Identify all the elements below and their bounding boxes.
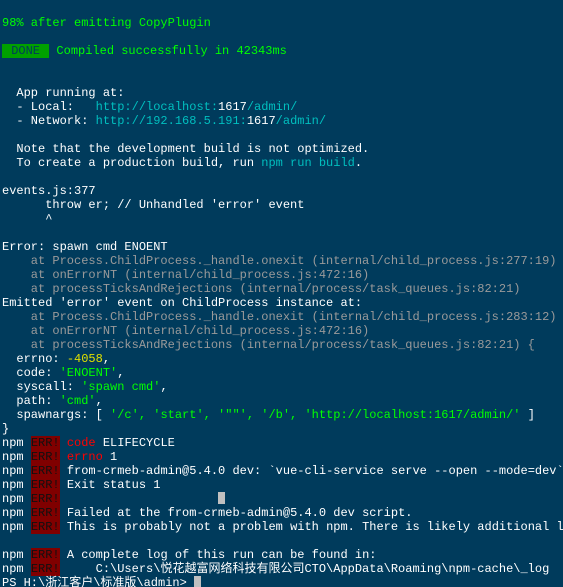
npm-run-build: npm run build bbox=[261, 156, 355, 170]
network-url: http://192.168.5.191: bbox=[96, 114, 247, 128]
obj-close: } bbox=[2, 422, 9, 436]
npm-errno: 1 bbox=[103, 450, 117, 464]
npm-line-7: This is probably not a problem with npm.… bbox=[60, 520, 563, 534]
events-file: events.js:377 bbox=[2, 184, 96, 198]
npm-line-9: A complete log of this run can be found … bbox=[60, 548, 377, 562]
local-label: - Local: bbox=[2, 100, 96, 114]
stack-at-3: at processTicksAndRejections (internal/p… bbox=[2, 282, 520, 296]
ps-prompt[interactable]: PS H:\浙江客户\标准版\admin> bbox=[2, 576, 194, 587]
npm-line-10: C:\Users\悦花越富网络科技有限公司CTO\AppData\Roaming… bbox=[60, 562, 550, 576]
npm-tag: npm bbox=[2, 436, 24, 450]
stack-at-4: at Process.ChildProcess._handle.onexit (… bbox=[2, 310, 557, 324]
npm-line-6: Failed at the from-crmeb-admin@5.4.0 dev… bbox=[60, 506, 413, 520]
err-badge: ERR! bbox=[31, 436, 60, 450]
stack-at-2: at onErrorNT (internal/child_process.js:… bbox=[2, 268, 369, 282]
text-cursor bbox=[218, 492, 225, 504]
spawnargs-key: spawnargs: [ bbox=[2, 408, 110, 422]
syscall-key: syscall: bbox=[2, 380, 81, 394]
emitted-title: Emitted 'error' event on ChildProcess in… bbox=[2, 296, 362, 310]
app-running: App running at: bbox=[2, 86, 124, 100]
compile-msg: Compiled successfully in 42343ms bbox=[56, 44, 286, 58]
stack-at-5: at onErrorNT (internal/child_process.js:… bbox=[2, 324, 369, 338]
npm-line-4: Exit status 1 bbox=[60, 478, 161, 492]
stack-at-1: at Process.ChildProcess._handle.onexit (… bbox=[2, 254, 557, 268]
terminal[interactable]: 98% after emitting CopyPlugin DONE Compi… bbox=[0, 0, 563, 587]
events-throw: throw er; // Unhandled 'error' event bbox=[2, 198, 304, 212]
network-label: - Network: bbox=[2, 114, 96, 128]
npm-line-3: from-crmeb-admin@5.4.0 dev: `vue-cli-ser… bbox=[60, 464, 563, 478]
errno-key: errno: bbox=[2, 352, 67, 366]
events-caret: ^ bbox=[2, 212, 52, 226]
error-title: Error: spawn cmd ENOENT bbox=[2, 240, 168, 254]
prompt-cursor bbox=[194, 576, 201, 587]
progress-line: 98% after emitting CopyPlugin bbox=[2, 16, 211, 30]
local-url: http://localhost: bbox=[96, 100, 218, 114]
note-line-1: Note that the development build is not o… bbox=[2, 142, 369, 156]
path-key: path: bbox=[2, 394, 60, 408]
stack-at-6: at processTicksAndRejections (internal/p… bbox=[2, 338, 535, 352]
done-badge: DONE bbox=[2, 44, 49, 58]
npm-code: ELIFECYCLE bbox=[96, 436, 175, 450]
code-key: code: bbox=[2, 366, 60, 380]
note-line-2a: To create a production build, run bbox=[2, 156, 261, 170]
